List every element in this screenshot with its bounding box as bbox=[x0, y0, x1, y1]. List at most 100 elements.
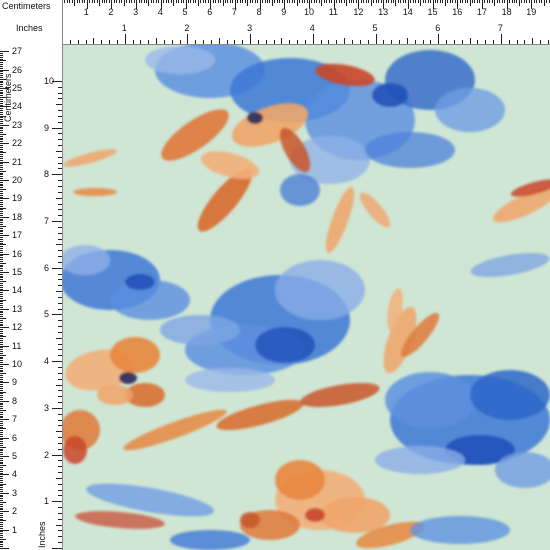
top-in-number: 7 bbox=[497, 23, 503, 33]
left-in-tick bbox=[58, 285, 62, 287]
left-cm-tick bbox=[0, 60, 6, 62]
left-cm-tick bbox=[0, 365, 3, 367]
left-cm-tick bbox=[0, 303, 3, 305]
left-cm-tick bbox=[0, 527, 3, 529]
left-cm-tick bbox=[0, 325, 3, 327]
top-cm-tick bbox=[316, 0, 318, 3]
top-cm-number: 16 bbox=[452, 7, 463, 17]
left-cm-tick bbox=[0, 192, 3, 194]
top-cm-tick bbox=[380, 0, 382, 3]
left-cm-tick bbox=[0, 330, 3, 332]
left-cm-tick bbox=[0, 246, 3, 248]
top-cm-tick bbox=[121, 0, 123, 3]
left-cm-tick bbox=[0, 145, 3, 146]
top-cm-tick bbox=[353, 0, 355, 3]
left-cm-tick bbox=[0, 255, 3, 257]
left-cm-tick bbox=[0, 207, 6, 209]
left-cm-tick bbox=[0, 494, 3, 496]
left-cm-tick bbox=[0, 492, 9, 494]
top-in-tick bbox=[469, 38, 471, 44]
top-in-tick bbox=[383, 40, 385, 44]
top-cm-tick bbox=[212, 0, 214, 3]
top-in-tick bbox=[140, 40, 142, 44]
left-cm-tick bbox=[0, 137, 3, 139]
left-in-number: 9 bbox=[44, 122, 50, 133]
left-in-tick bbox=[58, 273, 62, 275]
left-cm-tick bbox=[0, 373, 6, 375]
left-cm-tick bbox=[0, 450, 3, 452]
left-cm-tick bbox=[0, 525, 3, 527]
top-cm-tick bbox=[350, 0, 352, 3]
left-cm-tick bbox=[0, 165, 3, 167]
top-in-tick bbox=[179, 40, 181, 44]
top-cm-tick bbox=[370, 0, 372, 6]
left-in-tick bbox=[52, 221, 62, 223]
top-cm-tick bbox=[437, 0, 439, 3]
left-in-tick bbox=[58, 349, 62, 351]
left-cm-tick bbox=[0, 439, 3, 441]
left-cm-tick bbox=[0, 299, 6, 301]
left-in-tick bbox=[58, 489, 62, 491]
left-cm-number: 11 bbox=[12, 340, 22, 351]
left-cm-tick bbox=[0, 524, 3, 526]
left-in-tick bbox=[58, 343, 62, 345]
top-cm-tick bbox=[439, 0, 441, 3]
top-cm-number: 13 bbox=[378, 7, 389, 17]
left-in-tick bbox=[58, 226, 62, 228]
top-cm-tick bbox=[187, 0, 189, 3]
top-cm-tick bbox=[222, 0, 224, 6]
left-cm-number: 16 bbox=[12, 248, 23, 259]
top-cm-tick bbox=[153, 0, 155, 3]
top-in-tick bbox=[438, 34, 440, 44]
left-cm-tick bbox=[0, 229, 3, 231]
left-ruler: 27 26 25 24 23 22 21 20 19 18 17 16 15 14 13 12 11 10 9 8 7 6… bbox=[0, 0, 63, 550]
left-cm-tick bbox=[0, 474, 9, 476]
top-cm-tick bbox=[388, 0, 390, 3]
top-in-tick bbox=[532, 38, 534, 44]
top-cm-tick bbox=[220, 0, 222, 3]
left-cm-tick bbox=[0, 135, 3, 137]
top-cm-tick bbox=[192, 0, 194, 3]
left-cm-tick bbox=[0, 205, 3, 207]
top-cm-tick bbox=[469, 0, 471, 6]
left-cm-tick bbox=[0, 148, 3, 150]
left-cm-tick bbox=[0, 222, 3, 224]
left-in-tick bbox=[58, 191, 62, 193]
top-cm-tick bbox=[76, 0, 78, 3]
left-cm-tick bbox=[0, 444, 3, 446]
left-cm-tick bbox=[0, 284, 3, 286]
left-cm-tick bbox=[0, 163, 3, 165]
top-cm-tick bbox=[318, 0, 320, 3]
left-in-tick bbox=[58, 448, 62, 450]
left-cm-number: 25 bbox=[12, 82, 23, 93]
top-cm-tick bbox=[546, 0, 548, 3]
left-in-tick bbox=[58, 466, 62, 468]
left-cm-tick bbox=[0, 360, 3, 362]
top-cm-tick bbox=[286, 0, 288, 3]
left-in-number: 1 bbox=[44, 496, 50, 507]
left-cm-number: 19 bbox=[12, 193, 23, 204]
left-cm-tick bbox=[0, 538, 6, 540]
top-cm-tick bbox=[306, 0, 308, 3]
left-cm-tick bbox=[0, 146, 3, 148]
left-in-tick bbox=[58, 542, 62, 544]
left-cm-tick bbox=[0, 478, 3, 480]
top-cm-tick bbox=[138, 0, 140, 3]
left-cm-number: 12 bbox=[12, 322, 23, 333]
left-cm-tick bbox=[0, 483, 6, 485]
left-cm-tick bbox=[0, 455, 9, 457]
top-in-tick bbox=[446, 40, 448, 44]
left-cm-tick bbox=[0, 233, 3, 235]
top-cm-tick bbox=[467, 0, 469, 3]
top-cm-tick bbox=[202, 0, 204, 3]
top-cm-tick bbox=[267, 0, 268, 3]
left-cm-tick bbox=[0, 522, 3, 524]
left-cm-tick bbox=[0, 356, 3, 358]
left-cm-tick bbox=[0, 58, 3, 60]
top-cm-tick bbox=[239, 0, 241, 3]
top-cm-tick bbox=[313, 0, 315, 3]
left-cm-tick bbox=[0, 349, 3, 351]
top-in-number: 4 bbox=[309, 23, 315, 33]
left-in-tick bbox=[58, 98, 62, 100]
top-cm-tick bbox=[311, 0, 313, 3]
